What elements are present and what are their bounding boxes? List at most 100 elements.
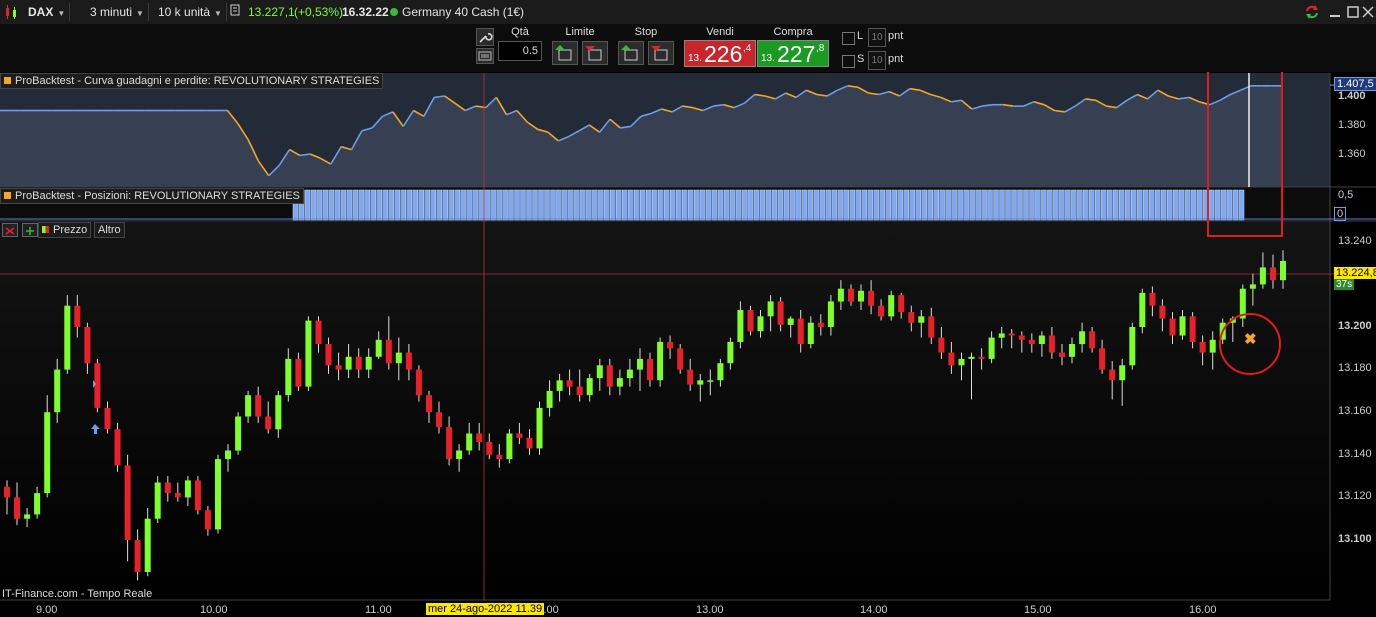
wrench-icon[interactable] <box>476 28 494 46</box>
candle-body <box>325 344 332 366</box>
price-current-value: 13.224,8 <box>1334 267 1376 279</box>
position-bar <box>999 189 1005 221</box>
candle-body <box>204 510 211 530</box>
position-bar <box>1083 189 1089 221</box>
candle-body <box>1109 369 1116 381</box>
candle-body <box>1280 261 1286 281</box>
candle-body <box>637 358 643 370</box>
candle-body <box>24 514 31 519</box>
limit-checkbox[interactable] <box>842 32 855 45</box>
candle-body <box>737 310 744 342</box>
positions-panel-title[interactable]: ProBacktest - Posizioni: REVOLUTIONARY S… <box>0 188 304 204</box>
position-bar <box>1053 189 1059 221</box>
position-bar <box>538 189 544 221</box>
candle-body <box>1179 316 1186 336</box>
position-bar <box>550 189 556 221</box>
s-pnt-label: pnt <box>888 53 904 65</box>
position-bar <box>1029 189 1035 221</box>
position-bar <box>1017 189 1023 221</box>
tab-altro[interactable]: Altro <box>94 222 125 238</box>
candle-body <box>717 363 724 381</box>
close-panel-icon[interactable] <box>2 223 18 237</box>
instrument-name: Germany 40 Cash (1€) <box>402 5 525 19</box>
position-bar <box>1238 189 1245 221</box>
candle-body <box>345 356 352 370</box>
maximize-icon[interactable] <box>1346 3 1360 21</box>
position-bar <box>1232 189 1239 221</box>
position-bar <box>849 189 856 221</box>
candle-body <box>787 318 794 325</box>
units-selector[interactable]: 10 k unità ▼ <box>158 3 227 21</box>
stop-buy-button[interactable] <box>618 41 644 65</box>
position-bar <box>472 189 478 221</box>
symbol-selector[interactable]: DAX ▼ <box>28 3 71 21</box>
position-bar <box>1196 189 1203 221</box>
sell-price-prefix: 13. <box>688 53 702 64</box>
candle-body <box>918 316 925 323</box>
candle-body <box>54 369 61 413</box>
position-bar <box>741 189 748 221</box>
position-bar <box>1041 189 1047 221</box>
position-bar <box>382 189 389 221</box>
qty-label: Qtà <box>511 26 529 38</box>
position-bar <box>616 189 622 221</box>
candle-body <box>285 358 292 396</box>
candle-body <box>1129 327 1136 366</box>
add-indicator-icon[interactable] <box>22 223 38 237</box>
candle-body <box>536 407 543 449</box>
equity-panel-title[interactable]: ProBacktest - Curva guadagni e perdite: … <box>0 73 384 89</box>
candle-body <box>1209 339 1216 353</box>
candle-body <box>837 288 844 302</box>
position-bar <box>586 189 592 221</box>
candle-body <box>998 333 1005 338</box>
qty-input[interactable]: 0.5 <box>498 41 542 61</box>
candle-body <box>938 337 945 353</box>
keyboard-icon[interactable] <box>476 48 494 64</box>
position-bar <box>759 189 766 221</box>
position-bar <box>1220 189 1227 221</box>
equity-tick: 1.400 <box>1338 90 1366 102</box>
candle-body <box>616 378 623 387</box>
position-bar <box>711 189 718 221</box>
candle-body <box>1149 292 1156 306</box>
buy-label: Compra <box>773 26 813 38</box>
position-bar <box>556 189 562 221</box>
sell-button[interactable]: 13. 226 ,4 <box>684 40 756 67</box>
price-panel-bg <box>0 222 1330 600</box>
chart-area[interactable]: ✖ <box>0 72 1376 617</box>
position-bar <box>735 189 742 221</box>
candle-body <box>355 356 362 370</box>
position-bar <box>562 189 568 221</box>
candlestick-icon[interactable] <box>4 4 20 22</box>
position-bar <box>1059 189 1065 221</box>
position-bar <box>657 189 664 221</box>
position-bar <box>879 189 886 221</box>
candle-body <box>677 348 684 370</box>
position-bar <box>861 189 868 221</box>
position-bar <box>957 189 963 221</box>
buy-button[interactable]: 13. 227 ,8 <box>757 40 829 67</box>
timeframe-selector[interactable]: 3 minuti ▼ <box>90 3 149 21</box>
stop-sell-button[interactable] <box>648 41 674 65</box>
stop-checkbox[interactable] <box>842 55 855 68</box>
s-points-input[interactable]: 10 <box>868 51 886 70</box>
buy-price-prefix: 13. <box>761 53 775 64</box>
refresh-icon[interactable] <box>1303 3 1321 21</box>
position-bar <box>807 189 814 221</box>
l-points-input[interactable]: 10 <box>868 28 886 47</box>
position-bar <box>843 189 850 221</box>
limit-sell-button[interactable] <box>582 41 608 65</box>
equity-panel-title-text: ProBacktest - Curva guadagni e perdite: … <box>15 75 380 87</box>
price-icon <box>230 3 240 21</box>
candle-body <box>245 395 252 417</box>
position-bar <box>1184 189 1191 221</box>
position-bar <box>975 189 981 221</box>
minimize-icon[interactable] <box>1328 3 1342 21</box>
tab-prezzo[interactable]: Prezzo <box>38 222 92 238</box>
units-label: 10 k unità <box>158 5 211 19</box>
candle-body <box>807 322 814 344</box>
position-bar <box>993 189 999 221</box>
limit-buy-button[interactable] <box>552 41 578 65</box>
close-icon[interactable] <box>1362 3 1374 21</box>
position-bar <box>1071 189 1077 221</box>
